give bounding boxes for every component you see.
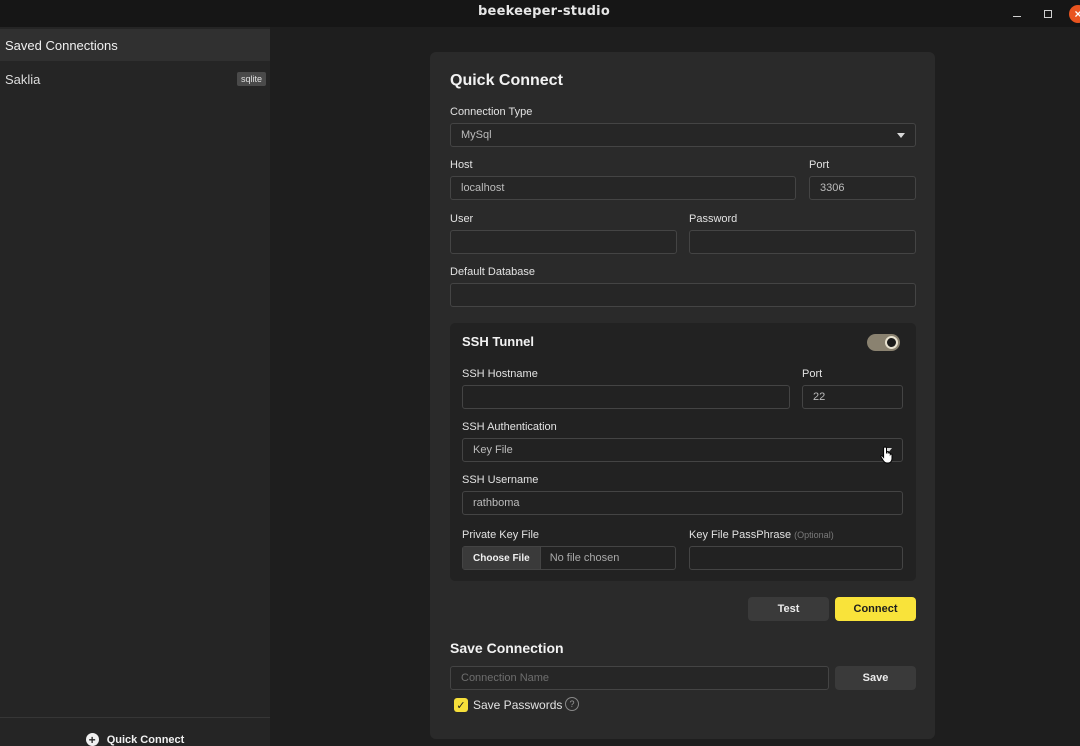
passphrase-label: Key File PassPhrase (Optional) bbox=[689, 529, 834, 541]
password-input[interactable] bbox=[689, 230, 916, 254]
choose-file-button[interactable]: Choose File bbox=[463, 547, 541, 569]
maximize-button[interactable] bbox=[1036, 0, 1060, 27]
ssh-authentication-value: Key File bbox=[473, 444, 513, 456]
ssh-authentication-select[interactable]: Key File bbox=[462, 438, 903, 462]
window-title: beekeeper-studio bbox=[478, 4, 610, 19]
quick-connect-button[interactable]: + Quick Connect bbox=[0, 717, 270, 746]
ssh-hostname-input[interactable] bbox=[462, 385, 790, 409]
optional-hint: (Optional) bbox=[794, 530, 834, 540]
host-input[interactable]: localhost bbox=[450, 176, 796, 200]
default-database-input[interactable] bbox=[450, 283, 916, 307]
connection-name-input[interactable]: Connection Name bbox=[450, 666, 829, 690]
connection-type-select[interactable]: MySql bbox=[450, 123, 916, 147]
toggle-knob bbox=[885, 336, 898, 349]
ssh-tunnel-title: SSH Tunnel bbox=[462, 334, 534, 349]
quick-connect-label: Quick Connect bbox=[106, 734, 185, 746]
connection-type-value: MySql bbox=[461, 129, 492, 141]
ssh-port-input[interactable]: 22 bbox=[802, 385, 903, 409]
saved-connection-item[interactable]: Saklia sqlite bbox=[0, 66, 270, 92]
passphrase-label-text: Key File PassPhrase bbox=[689, 529, 792, 541]
port-label: Port bbox=[809, 159, 830, 171]
hand-cursor-icon bbox=[880, 446, 893, 464]
chevron-down-icon bbox=[897, 133, 905, 138]
port-input[interactable]: 3306 bbox=[809, 176, 916, 200]
sidebar: Saved Connections Saklia sqlite + Quick … bbox=[0, 27, 270, 746]
private-key-file-label: Private Key File bbox=[462, 529, 540, 541]
connection-type-badge: sqlite bbox=[236, 72, 266, 86]
connection-type-label: Connection Type bbox=[450, 106, 533, 118]
connect-button[interactable]: Connect bbox=[835, 597, 916, 621]
save-connection-title: Save Connection bbox=[450, 640, 564, 656]
private-key-file-input[interactable]: Choose File No file chosen bbox=[462, 546, 676, 570]
ssh-tunnel-toggle[interactable] bbox=[867, 334, 900, 351]
minimize-icon bbox=[1013, 15, 1021, 18]
test-button[interactable]: Test bbox=[748, 597, 829, 621]
plus-circle-icon: + bbox=[85, 733, 99, 746]
save-passwords-checkbox[interactable]: ✓ bbox=[454, 698, 468, 712]
help-icon[interactable]: ? bbox=[565, 697, 579, 711]
default-database-label: Default Database bbox=[450, 266, 535, 278]
password-label: Password bbox=[689, 213, 738, 225]
ssh-authentication-label: SSH Authentication bbox=[462, 421, 557, 433]
host-label: Host bbox=[450, 159, 473, 171]
minimize-button[interactable] bbox=[1005, 0, 1029, 27]
user-label: User bbox=[450, 213, 474, 225]
close-button[interactable]: × bbox=[1068, 0, 1080, 27]
user-input[interactable] bbox=[450, 230, 677, 254]
ssh-username-label: SSH Username bbox=[462, 474, 539, 486]
ssh-username-input[interactable]: rathboma bbox=[462, 491, 903, 515]
save-passwords-label: Save Passwords bbox=[473, 698, 563, 712]
close-icon: × bbox=[1069, 4, 1080, 23]
ssh-hostname-label: SSH Hostname bbox=[462, 368, 538, 380]
quick-connect-title: Quick Connect bbox=[450, 72, 563, 89]
ssh-port-label: Port bbox=[802, 368, 823, 380]
title-bar: beekeeper-studio × bbox=[0, 0, 1080, 27]
connection-name: Saklia bbox=[5, 71, 41, 87]
maximize-icon bbox=[1044, 9, 1052, 18]
saved-connections-header[interactable]: Saved Connections bbox=[0, 29, 270, 61]
passphrase-input[interactable] bbox=[689, 546, 903, 570]
save-button[interactable]: Save bbox=[835, 666, 916, 690]
file-status: No file chosen bbox=[549, 552, 620, 564]
